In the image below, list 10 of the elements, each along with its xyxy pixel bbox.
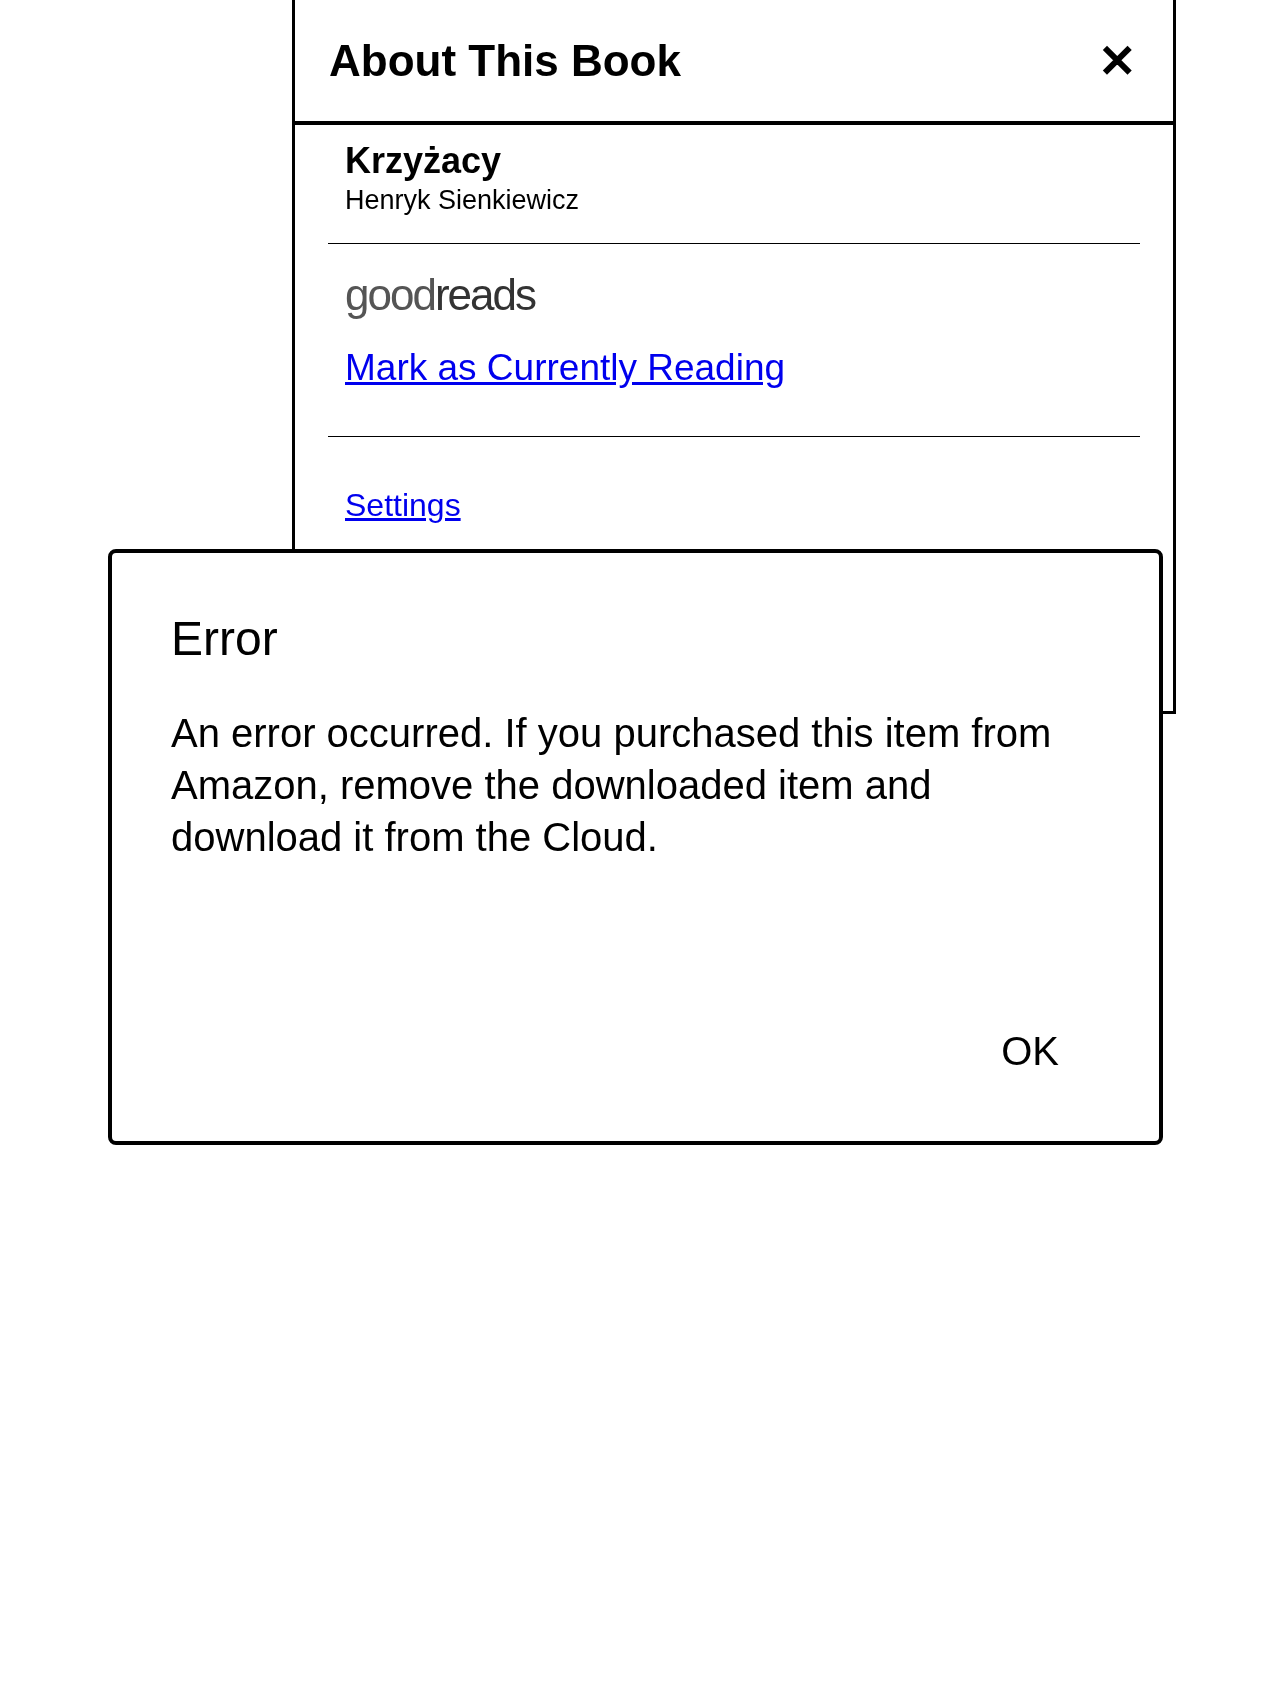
panel-title: About This Book [329,34,681,87]
ok-button[interactable]: OK [991,1021,1069,1081]
close-button[interactable]: ✕ [1098,37,1137,84]
currently-reading-link[interactable]: Mark as Currently Reading [345,340,786,396]
book-title: Krzyżacy [345,139,503,183]
settings-link[interactable]: Settings [345,480,461,529]
book-author: Henryk Sienkiewicz [345,184,581,217]
goodreads-logo: goodreads [345,270,537,320]
error-message: An error occurred. If you purchased this item from Amazon, remove the downloaded item and download it from the Cloud. [171,710,1053,861]
dialog-title: Error [171,611,279,667]
